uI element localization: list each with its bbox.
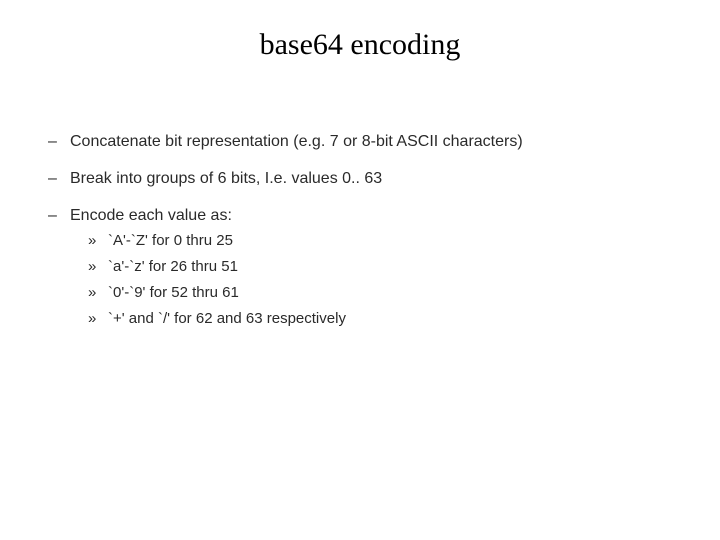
list-item-text: `a'-`z' for 26 thru 51 [108, 258, 238, 276]
list-item-text: Encode each value as: [70, 206, 232, 225]
dash-icon: – [48, 132, 70, 151]
list-item-text: `A'-`Z' for 0 thru 25 [108, 232, 233, 250]
slide-title: base64 encoding [0, 0, 720, 62]
list-item-text: Concatenate bit representation (e.g. 7 o… [70, 132, 523, 151]
raquo-icon: » [88, 284, 108, 302]
list-item: » `0'-`9' for 52 thru 61 [88, 284, 720, 302]
raquo-icon: » [88, 232, 108, 250]
raquo-icon: » [88, 310, 108, 328]
dash-icon: – [48, 206, 70, 225]
list-item-text: `0'-`9' for 52 thru 61 [108, 284, 239, 302]
raquo-icon: » [88, 258, 108, 276]
list-item: – Break into groups of 6 bits, I.e. valu… [48, 169, 720, 188]
list-item: – Encode each value as: [48, 206, 720, 225]
list-item: » `a'-`z' for 26 thru 51 [88, 258, 720, 276]
list-item: » `A'-`Z' for 0 thru 25 [88, 232, 720, 250]
list-item-text: Break into groups of 6 bits, I.e. values… [70, 169, 382, 188]
list-item: – Concatenate bit representation (e.g. 7… [48, 132, 720, 151]
list-item: » `+' and `/' for 62 and 63 respectively [88, 310, 720, 328]
slide-body: – Concatenate bit representation (e.g. 7… [0, 62, 720, 328]
dash-icon: – [48, 169, 70, 188]
list-item-text: `+' and `/' for 62 and 63 respectively [108, 310, 346, 328]
sub-list: » `A'-`Z' for 0 thru 25 » `a'-`z' for 26… [48, 232, 720, 328]
